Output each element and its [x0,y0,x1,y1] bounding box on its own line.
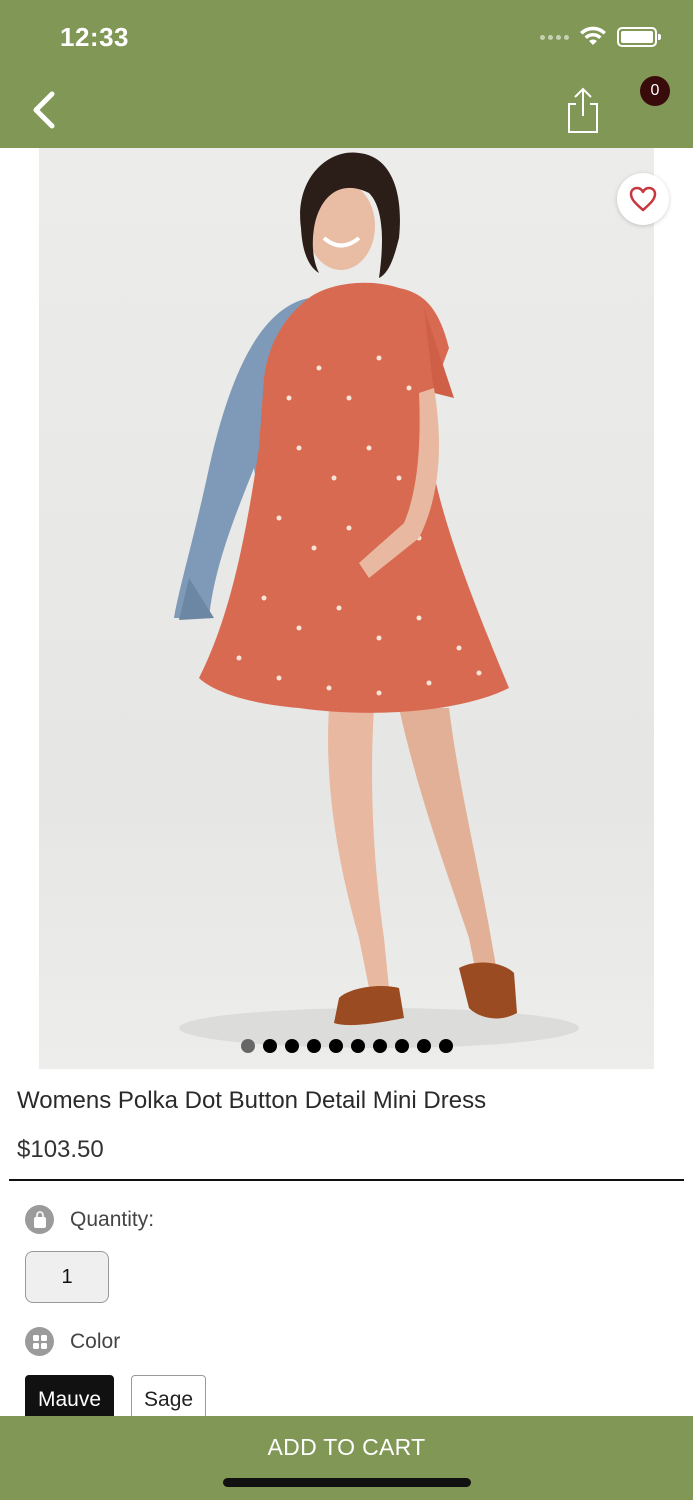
cellular-signal-icon [540,34,569,40]
add-to-cart-button[interactable]: ADD TO CART [0,1416,693,1500]
favorite-button[interactable] [617,173,669,225]
pagination-dot[interactable] [417,1039,431,1053]
pagination-dot[interactable] [351,1039,365,1053]
share-icon [568,87,598,133]
wifi-icon [580,26,606,45]
bag-icon [25,1205,54,1234]
battery-icon [617,27,661,47]
share-button[interactable] [560,86,606,136]
cart-count-badge[interactable]: 0 [640,76,670,106]
quantity-label: Quantity: [70,1207,155,1231]
pagination-dot[interactable] [439,1039,453,1053]
grid-icon [25,1327,54,1356]
pagination-dot[interactable] [395,1039,409,1053]
product-price: $103.50 [17,1136,104,1163]
status-icons [540,26,661,48]
product-image[interactable] [39,148,654,1069]
back-button[interactable] [26,86,66,134]
chevron-left-icon [33,91,55,129]
pagination-dot[interactable] [307,1039,321,1053]
add-to-cart-label: ADD TO CART [267,1434,426,1460]
pagination-dot[interactable] [285,1039,299,1053]
image-pagination[interactable] [241,1039,453,1053]
home-indicator [223,1478,471,1487]
model-photo [174,152,579,1048]
divider [9,1179,684,1181]
quantity-label-row: Quantity: [25,1205,154,1234]
pagination-dot[interactable] [373,1039,387,1053]
product-title: Womens Polka Dot Button Detail Mini Dres… [17,1087,487,1114]
color-label: Color [70,1329,121,1353]
heart-icon [629,186,657,212]
quantity-field[interactable]: 1 [25,1251,109,1303]
pagination-dot[interactable] [329,1039,343,1053]
color-label-row: Color [25,1327,120,1356]
pagination-dot[interactable] [241,1039,255,1053]
status-time: 12:33 [60,22,129,52]
pagination-dot[interactable] [263,1039,277,1053]
app-header: 12:33 0 [0,0,693,148]
